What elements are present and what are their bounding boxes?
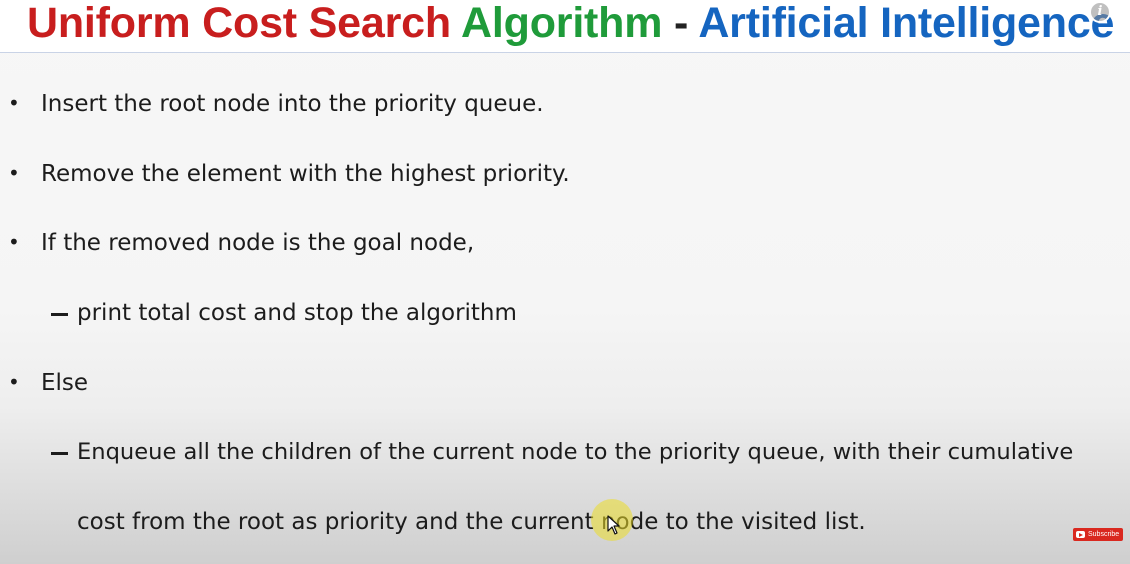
bullet-line-goal-check: If the removed node is the goal node,	[41, 230, 475, 256]
bullet-line-insert-root: Insert the root node into the priority q…	[41, 91, 544, 117]
bullet-line-remove-element: Remove the element with the highest prio…	[41, 161, 570, 187]
sub-line-enqueue-children: Enqueue all the children of the current …	[77, 439, 1074, 465]
youtube-play-icon	[1076, 531, 1085, 538]
subscribe-button[interactable]: Subscribe	[1073, 528, 1123, 541]
sub-bullet-dash: –	[51, 452, 68, 455]
sub-bullet-dash: –	[51, 313, 68, 316]
sub-line-print-cost: print total cost and stop the algorithm	[77, 300, 517, 326]
bullet-line-else: Else	[41, 370, 89, 396]
sub-line-continuation: cost from the root as priority and the c…	[77, 509, 866, 535]
bullet-marker: •	[8, 91, 20, 115]
bullet-marker: •	[8, 370, 20, 394]
subscribe-label: Subscribe	[1088, 531, 1120, 538]
bullet-marker: •	[8, 161, 20, 185]
cursor-arrow-icon	[607, 515, 620, 535]
bullet-marker: •	[8, 230, 20, 254]
slide-content: • Insert the root node into the priority…	[0, 0, 1130, 564]
